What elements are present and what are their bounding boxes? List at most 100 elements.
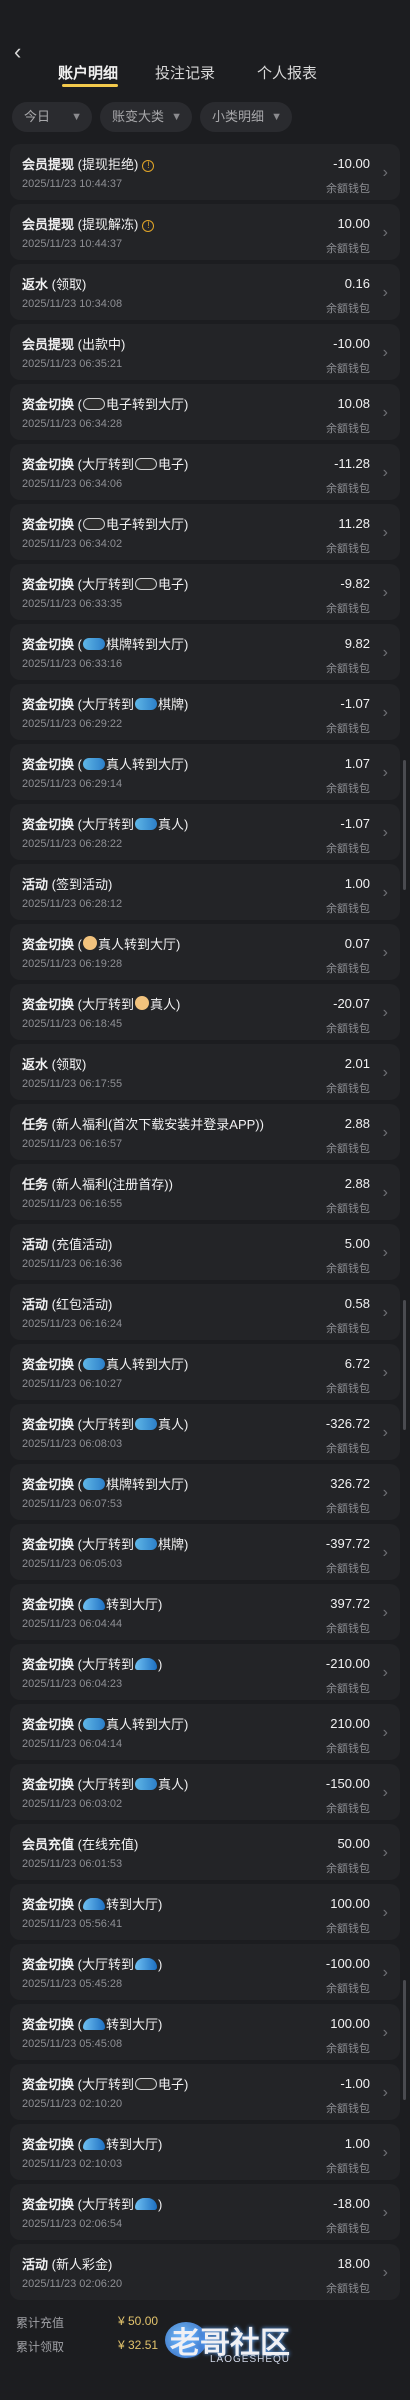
transaction-time: 2025/11/23 06:01:53	[22, 1858, 123, 1870]
chevron-right-icon: ›	[382, 344, 388, 361]
transaction-row[interactable]: 资金切换 (大厅转到 真人) 2025/11/23 06:03:02 -150.00 余…	[10, 1764, 400, 1820]
transaction-row[interactable]: 活动 (新人彩金) 2025/11/23 02:06:20 18.00 余额钱包 ›	[10, 2244, 400, 2300]
wave-logo-icon	[82, 1598, 105, 1610]
watermark-subtitle: LAOGESHEQU	[210, 2354, 291, 2365]
wallet-label: 余额钱包	[326, 2283, 370, 2295]
tab-account-details[interactable]: 账户明细	[58, 62, 118, 83]
transaction-row[interactable]: 资金切换 (大厅转到) 2025/11/23 05:45:28 -100.00 余额钱…	[10, 1944, 400, 2000]
transaction-detail: 转到大厅	[105, 1897, 158, 1912]
warning-icon[interactable]: !	[142, 160, 155, 172]
transaction-row[interactable]: 活动 (充值活动) 2025/11/23 06:16:36 5.00 余额钱包 ›	[10, 1224, 400, 1280]
transaction-type: 活动	[22, 877, 49, 892]
transaction-row[interactable]: 资金切换 (电子转到大厅) 2025/11/23 06:34:28 10.08 余额钱…	[10, 384, 400, 440]
transaction-title: 会员提现 (提现拒绝)!	[22, 154, 155, 173]
fish-logo-icon	[134, 1418, 157, 1430]
transaction-time: 2025/11/23 02:10:03	[22, 2158, 123, 2170]
transaction-row[interactable]: 资金切换 (大厅转到) 2025/11/23 06:04:23 -210.00 余额钱…	[10, 1644, 400, 1700]
transaction-title: 会员充值 (在线充值)	[22, 1837, 139, 1852]
transaction-row[interactable]: 资金切换 (棋牌转到大厅) 2025/11/23 06:07:53 326.72 余额…	[10, 1464, 400, 1520]
wave-logo-icon	[82, 2138, 105, 2150]
transaction-row[interactable]: 资金切换 (大厅转到 棋牌) 2025/11/23 06:29:22 -1.07 余额钱…	[10, 684, 400, 740]
transaction-row[interactable]: 资金切换 (转到大厅) 2025/11/23 02:10:03 1.00 余额钱包 ›	[10, 2124, 400, 2180]
transaction-type: 资金切换	[22, 1477, 75, 1492]
transaction-type: 会员提现	[22, 157, 75, 172]
transaction-row[interactable]: 会员提现 (出款中) 2025/11/23 06:35:21 -10.00 余额钱包 ›	[10, 324, 400, 380]
transaction-detail: 真人转到大厅	[97, 937, 176, 952]
transaction-detail-tail: 棋牌	[157, 1537, 184, 1552]
transaction-title: 资金切换 (大厅转到 电子)	[22, 577, 189, 592]
scrollbar[interactable]	[403, 1300, 406, 1430]
transaction-row[interactable]: 资金切换 (真人转到大厅) 2025/11/23 06:19:28 0.07 余额钱包…	[10, 924, 400, 980]
transaction-row[interactable]: 会员提现 (提现拒绝)! 2025/11/23 10:44:37 -10.00 余额钱…	[10, 144, 400, 200]
transaction-type: 返水	[22, 277, 49, 292]
pg-logo-icon	[134, 578, 157, 590]
transaction-type: 资金切换	[22, 2197, 75, 2212]
sub-type-filter-label: 小类明细	[212, 109, 265, 124]
transaction-list: 会员提现 (提现拒绝)! 2025/11/23 10:44:37 -10.00 余额钱…	[10, 144, 400, 2300]
chevron-right-icon: ›	[382, 824, 388, 841]
transaction-detail: 电子转到大厅	[105, 517, 184, 532]
warning-icon[interactable]: !	[142, 220, 155, 232]
transaction-row[interactable]: 会员充值 (在线充值) 2025/11/23 06:01:53 50.00 余额钱包 ›	[10, 1824, 400, 1880]
wallet-label: 余额钱包	[326, 1083, 370, 1095]
wallet-label: 余额钱包	[326, 1443, 370, 1455]
transaction-row[interactable]: 资金切换 (大厅转到 真人) 2025/11/23 06:18:45 -20.07 余额…	[10, 984, 400, 1040]
tab-personal-report[interactable]: 个人报表	[257, 62, 317, 83]
transaction-row[interactable]: 资金切换 (转到大厅) 2025/11/23 06:04:44 397.72 余额钱包…	[10, 1584, 400, 1640]
transaction-row[interactable]: 资金切换 (真人转到大厅) 2025/11/23 06:04:14 210.00 余额…	[10, 1704, 400, 1760]
tab-bet-records[interactable]: 投注记录	[155, 62, 215, 83]
transaction-row[interactable]: 活动 (签到活动) 2025/11/23 06:28:12 1.00 余额钱包 ›	[10, 864, 400, 920]
transaction-row[interactable]: 资金切换 (大厅转到 电子) 2025/11/23 06:33:35 -9.82 余额钱…	[10, 564, 400, 620]
transaction-row[interactable]: 资金切换 (转到大厅) 2025/11/23 05:56:41 100.00 余额钱包…	[10, 1884, 400, 1940]
date-filter[interactable]: 今日 ▼	[12, 102, 92, 132]
wallet-label: 余额钱包	[326, 483, 370, 495]
scrollbar[interactable]	[403, 760, 406, 890]
transaction-detail: 转到大厅	[105, 2017, 158, 2032]
wallet-label: 余额钱包	[326, 1923, 370, 1935]
total-recharge-label: 累计充值	[16, 2316, 65, 2330]
back-arrow-icon[interactable]: ‹	[14, 40, 38, 64]
transaction-row[interactable]: 会员提现 (提现解冻)! 2025/11/23 10:44:37 10.00 余额钱包…	[10, 204, 400, 260]
transaction-row[interactable]: 资金切换 (大厅转到 电子) 2025/11/23 06:34:06 -11.28 余额…	[10, 444, 400, 500]
transaction-row[interactable]: 资金切换 (大厅转到) 2025/11/23 02:06:54 -18.00 余额钱包…	[10, 2184, 400, 2240]
sub-type-filter[interactable]: 小类明细 ▼	[200, 102, 292, 132]
transaction-row[interactable]: 返水 (领取) 2025/11/23 06:17:55 2.01 余额钱包 ›	[10, 1044, 400, 1100]
transaction-row[interactable]: 资金切换 (大厅转到 棋牌) 2025/11/23 06:05:03 -397.72 余…	[10, 1524, 400, 1580]
transaction-title: 资金切换 (大厅转到)	[22, 1957, 163, 1972]
transaction-row[interactable]: 资金切换 (电子转到大厅) 2025/11/23 06:34:02 11.28 余额钱…	[10, 504, 400, 560]
wave-logo-icon	[82, 2018, 105, 2030]
pg-logo-icon	[134, 458, 157, 470]
transaction-row[interactable]: 资金切换 (棋牌转到大厅) 2025/11/23 06:33:16 9.82 余额钱包…	[10, 624, 400, 680]
transaction-title: 资金切换 (大厅转到 棋牌)	[22, 1537, 189, 1552]
transaction-row[interactable]: 资金切换 (转到大厅) 2025/11/23 05:45:08 100.00 余额钱包…	[10, 2004, 400, 2060]
chevron-right-icon: ›	[382, 464, 388, 481]
wallet-label: 余额钱包	[326, 1563, 370, 1575]
transaction-detail: 大厅转到	[81, 2197, 134, 2212]
fish-logo-icon	[82, 1718, 105, 1730]
transaction-type: 资金切换	[22, 517, 75, 532]
transaction-row[interactable]: 资金切换 (真人转到大厅) 2025/11/23 06:29:14 1.07 余额钱包…	[10, 744, 400, 800]
main-type-filter[interactable]: 账变大类 ▼	[100, 102, 192, 132]
transaction-detail: 大厅转到	[81, 2077, 134, 2092]
transaction-row[interactable]: 资金切换 (大厅转到 电子) 2025/11/23 02:10:20 -1.00 余额钱…	[10, 2064, 400, 2120]
transaction-row[interactable]: 资金切换 (真人转到大厅) 2025/11/23 06:10:27 6.72 余额钱包…	[10, 1344, 400, 1400]
transaction-amount: -150.00	[325, 1776, 370, 1791]
transaction-time: 2025/11/23 06:16:57	[22, 1138, 123, 1150]
transaction-type: 资金切换	[22, 2137, 75, 2152]
transaction-row[interactable]: 活动 (红包活动) 2025/11/23 06:16:24 0.58 余额钱包 ›	[10, 1284, 400, 1340]
transaction-row[interactable]: 返水 (领取) 2025/11/23 10:34:08 0.16 余额钱包 ›	[10, 264, 400, 320]
transaction-row[interactable]: 资金切换 (大厅转到 真人) 2025/11/23 06:28:22 -1.07 余额钱…	[10, 804, 400, 860]
chevron-right-icon: ›	[382, 1184, 388, 1201]
transaction-row[interactable]: 任务 (新人福利(首次下载安装并登录APP)) 2025/11/23 06:16:…	[10, 1104, 400, 1160]
transaction-amount: 326.72	[330, 1476, 370, 1491]
transaction-row[interactable]: 任务 (新人福利(注册首存)) 2025/11/23 06:16:55 2.88 余额…	[10, 1164, 400, 1220]
transaction-time: 2025/11/23 06:16:36	[22, 1258, 123, 1270]
transaction-time: 2025/11/23 06:17:55	[22, 1078, 123, 1090]
total-withdraw-value: ¥ 32.51	[118, 2338, 159, 2352]
wallet-label: 余额钱包	[326, 1203, 370, 1215]
transaction-amount: -1.00	[340, 2076, 370, 2091]
transaction-row[interactable]: 资金切换 (大厅转到 真人) 2025/11/23 06:08:03 -326.72 余…	[10, 1404, 400, 1460]
transaction-type: 任务	[22, 1177, 49, 1192]
chevron-right-icon: ›	[382, 1604, 388, 1621]
scrollbar[interactable]	[403, 1980, 406, 2100]
